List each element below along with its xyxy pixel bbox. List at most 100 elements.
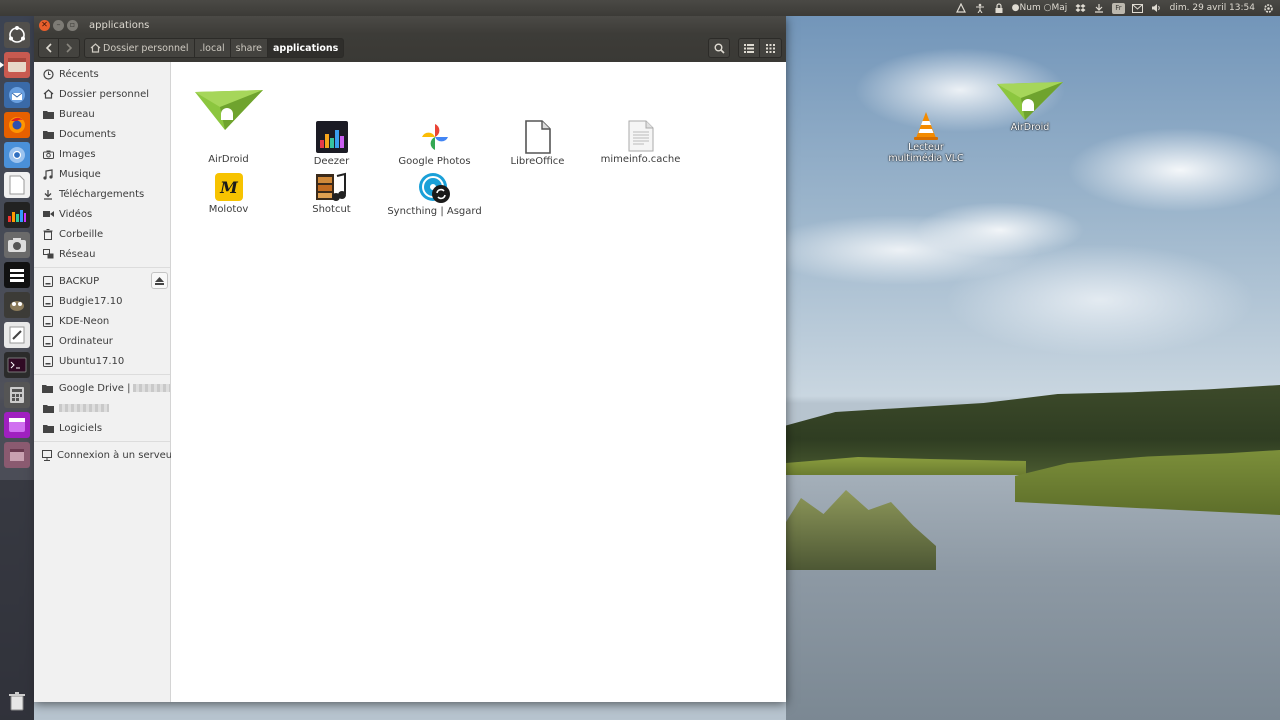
list-view-icon: [744, 43, 754, 53]
sidebar-item-backup[interactable]: BACKUP: [34, 271, 170, 291]
sidebar-item-label: Documents: [59, 128, 117, 140]
sidebar-item-computer[interactable]: Ordinateur: [34, 331, 170, 351]
top-panel: ● Num ○ Maj Fr dim. 29 avril 13:54: [0, 0, 1280, 16]
launcher-tasks-icon[interactable]: [4, 262, 30, 288]
window-title: applications: [89, 19, 150, 31]
drive-icon: [42, 335, 54, 347]
file-item-deezer[interactable]: Deezer: [280, 120, 383, 167]
desktop-icon-airdroid[interactable]: AirDroid: [994, 78, 1066, 133]
sidebar-item-google-drive[interactable]: Google Drive |: [34, 378, 170, 398]
launcher-chromium-icon[interactable]: [4, 142, 30, 168]
breadcrumb-home[interactable]: Dossier personnel: [84, 38, 195, 58]
launcher-calculator-icon[interactable]: [4, 382, 30, 408]
numlock-indicator: ● Num ○ Maj: [1011, 3, 1068, 13]
sidebar-item-trash[interactable]: Corbeille: [34, 224, 170, 244]
launcher-screenshot-icon[interactable]: [4, 232, 30, 258]
chevron-left-icon: [45, 43, 52, 53]
volume-icon[interactable]: [1151, 2, 1163, 14]
back-button[interactable]: [38, 38, 59, 58]
file-item-shotcut[interactable]: Shotcut: [280, 172, 383, 215]
sidebar-item-label: KDE-Neon: [59, 315, 110, 327]
desktop-icon-vlc[interactable]: Lecteur multimédia VLC: [888, 110, 964, 164]
sidebar-item-label: Musique: [59, 168, 101, 180]
accessibility-icon[interactable]: [974, 2, 986, 14]
file-item-libreoffice[interactable]: LibreOffice: [486, 120, 589, 167]
launcher-text-editor-icon[interactable]: [4, 322, 30, 348]
search-button[interactable]: [708, 38, 730, 58]
sidebar-item-label: Bureau: [59, 108, 95, 120]
music-icon: [42, 168, 54, 180]
launcher-trash-icon[interactable]: [4, 688, 30, 714]
toolbar: Dossier personnel .local share applicati…: [34, 34, 786, 62]
launcher-dash-icon[interactable]: [4, 22, 30, 48]
launcher-app-icon[interactable]: [4, 412, 30, 438]
sidebar-item-budgie[interactable]: Budgie17.10: [34, 291, 170, 311]
launcher-gimp-icon[interactable]: [4, 292, 30, 318]
launcher-deezer-icon[interactable]: [4, 202, 30, 228]
sidebar-item-videos[interactable]: Vidéos: [34, 204, 170, 224]
window-titlebar[interactable]: ✕ – ▫ applications: [34, 16, 786, 34]
breadcrumb-applications[interactable]: applications: [268, 38, 345, 58]
sidebar-item-label: Récents: [59, 68, 99, 80]
file-item-molotov[interactable]: M Molotov: [177, 172, 280, 215]
file-item-mimeinfo[interactable]: mimeinfo.cache: [589, 120, 692, 165]
chevron-right-icon: [66, 43, 73, 53]
launcher-firefox-icon[interactable]: [4, 112, 30, 138]
drive-icon: [42, 295, 54, 307]
forward-button[interactable]: [59, 38, 80, 58]
sidebar-item-ubuntu[interactable]: Ubuntu17.10: [34, 351, 170, 371]
redacted-text: [59, 404, 109, 412]
file-view[interactable]: AirDroid Deezer Google Photos LibreOffic…: [171, 62, 786, 702]
sidebar-item-kde-neon[interactable]: KDE-Neon: [34, 311, 170, 331]
keyboard-layout-label: Fr: [1112, 2, 1125, 14]
power-gear-icon[interactable]: [1262, 2, 1274, 14]
file-label: LibreOffice: [510, 156, 565, 167]
sidebar-item-music[interactable]: Musique: [34, 164, 170, 184]
server-icon: [42, 449, 52, 461]
network-icon[interactable]: [955, 2, 967, 14]
clock[interactable]: dim. 29 avril 13:54: [1170, 3, 1255, 13]
grid-view-button[interactable]: [760, 38, 782, 58]
breadcrumb-label: applications: [273, 42, 339, 54]
list-view-button[interactable]: [738, 38, 760, 58]
sidebar-item-label: Téléchargements: [59, 188, 145, 200]
updates-icon[interactable]: [1093, 2, 1105, 14]
sidebar-item-software[interactable]: Logiciels: [34, 418, 170, 438]
mail-icon[interactable]: [1132, 2, 1144, 14]
sidebar-item-network[interactable]: Réseau: [34, 244, 170, 264]
molotov-icon: M: [214, 172, 244, 202]
file-label: Molotov: [208, 204, 249, 215]
launcher-terminal-icon[interactable]: [4, 352, 30, 378]
folder-icon: [42, 108, 54, 120]
sidebar-item-label: Vidéos: [59, 208, 93, 220]
eject-button[interactable]: [151, 272, 168, 289]
file-item-syncthing[interactable]: Syncthing | Asgard: [383, 172, 486, 217]
minimize-button[interactable]: –: [53, 19, 64, 31]
file-item-google-photos[interactable]: Google Photos: [383, 120, 486, 167]
sidebar-item-downloads[interactable]: Téléchargements: [34, 184, 170, 204]
launcher-files-icon[interactable]: [0, 52, 30, 78]
dropbox-icon[interactable]: [1074, 2, 1086, 14]
breadcrumb-local[interactable]: .local: [194, 38, 231, 58]
sidebar-item-desktop[interactable]: Bureau: [34, 104, 170, 124]
launcher-document-icon[interactable]: [4, 172, 30, 198]
sidebar-item-documents[interactable]: Documents: [34, 124, 170, 144]
breadcrumb-share[interactable]: share: [230, 38, 269, 58]
clock-icon: [42, 68, 54, 80]
sidebar-item-home[interactable]: Dossier personnel: [34, 84, 170, 104]
file-item-airdroid[interactable]: AirDroid: [177, 86, 280, 165]
sidebar-item-connect-server[interactable]: Connexion à un serveur: [34, 445, 176, 465]
folder-icon: [42, 128, 54, 140]
launcher-thunderbird-icon[interactable]: [4, 82, 30, 108]
drive-icon: [42, 275, 54, 287]
sidebar-item-pictures[interactable]: Images: [34, 144, 170, 164]
desktop-icon-label: Lecteur: [908, 142, 944, 153]
sidebar-item-recents[interactable]: Récents: [34, 64, 170, 84]
close-button[interactable]: ✕: [39, 19, 50, 31]
keyboard-layout-indicator[interactable]: Fr: [1112, 2, 1125, 14]
lock-icon[interactable]: [993, 2, 1005, 14]
sidebar-item-redacted[interactable]: [34, 398, 170, 418]
numlock-label: Num: [1019, 3, 1041, 13]
maximize-button[interactable]: ▫: [67, 19, 78, 31]
launcher-window-icon[interactable]: [4, 442, 30, 468]
